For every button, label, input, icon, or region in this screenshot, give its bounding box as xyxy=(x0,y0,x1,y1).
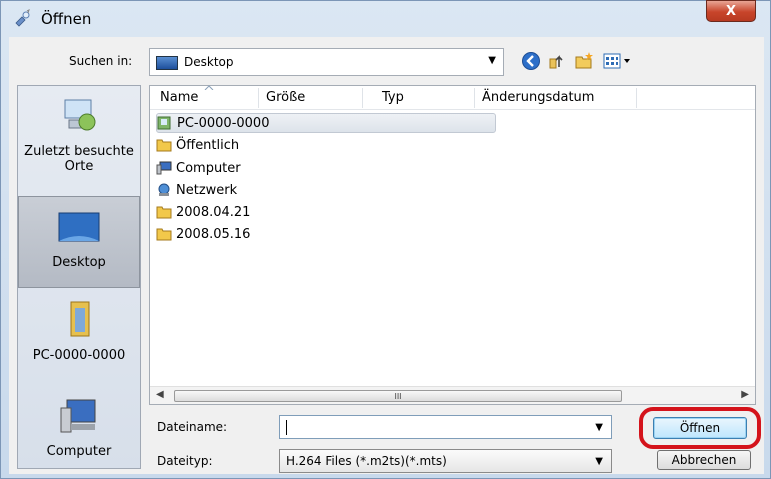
file-name: Netzwerk xyxy=(176,182,238,198)
place-computer[interactable]: Computer xyxy=(18,396,140,459)
views-menu-icon xyxy=(603,53,630,69)
chevron-down-icon: ▼ xyxy=(595,456,603,467)
places-bar: Zuletzt besuchte Orte Desktop PC-0000-00… xyxy=(17,85,141,469)
computer-icon xyxy=(60,399,96,433)
up-folder-button[interactable] xyxy=(546,50,568,72)
title-bar[interactable]: Öffnen X xyxy=(1,0,770,37)
sort-up-icon xyxy=(204,85,214,90)
column-name[interactable]: Name xyxy=(160,90,198,105)
look-in-label: Suchen in: xyxy=(69,54,133,68)
recent-places-icon xyxy=(64,99,96,131)
place-label: Desktop xyxy=(52,255,106,270)
column-divider[interactable] xyxy=(636,88,637,108)
filename-label: Dateiname: xyxy=(157,420,228,434)
column-type[interactable]: Typ xyxy=(382,90,404,105)
file-row[interactable]: Computer xyxy=(156,158,241,178)
desktop-icon xyxy=(156,56,178,70)
column-size[interactable]: Größe xyxy=(266,90,305,105)
chevron-down-icon[interactable]: ▼ xyxy=(595,422,603,433)
folder-icon xyxy=(156,139,172,152)
new-folder-icon xyxy=(575,52,593,69)
look-in-value: Desktop xyxy=(184,55,234,69)
file-name: Computer xyxy=(176,160,241,176)
column-divider[interactable] xyxy=(258,88,259,108)
look-in-dropdown[interactable]: Desktop ▼ xyxy=(149,48,504,76)
column-divider[interactable] xyxy=(362,88,363,108)
open-dialog: Öffnen X Suchen in: Desktop ▼ Zuletzt be… xyxy=(0,0,771,479)
place-recent[interactable]: Zuletzt besuchte Orte xyxy=(18,96,140,174)
file-name: 2008.04.21 xyxy=(176,204,251,220)
folder-icon xyxy=(156,206,172,219)
file-row[interactable]: PC-0000-0000 xyxy=(156,113,496,133)
filetype-label: Dateityp: xyxy=(157,454,213,468)
scroll-right-icon[interactable]: ▶ xyxy=(741,389,749,400)
file-row[interactable]: 2008.04.21 xyxy=(156,202,250,222)
scroll-grip: III xyxy=(394,391,402,401)
place-label: PC-0000-0000 xyxy=(32,348,126,363)
network-icon xyxy=(158,183,170,196)
filename-input[interactable]: ▼ xyxy=(279,415,612,439)
filetype-dropdown[interactable]: H.264 Files (*.m2ts)(*.mts) ▼ xyxy=(279,449,612,473)
place-label: Computer xyxy=(46,444,112,459)
column-modified[interactable]: Änderungsdatum xyxy=(482,90,594,105)
place-label: Zuletzt besuchte Orte xyxy=(24,144,134,174)
folder-icon xyxy=(156,228,172,241)
column-divider[interactable] xyxy=(474,88,475,108)
scroll-thumb[interactable]: III xyxy=(174,390,622,402)
column-header: Name Größe Typ Änderungsdatum xyxy=(150,85,755,110)
window-title: Öffnen xyxy=(41,10,92,28)
open-button[interactable]: Öffnen xyxy=(653,417,747,439)
cancel-button-label: Abbrechen xyxy=(671,453,737,467)
file-row[interactable]: Öffentlich xyxy=(156,135,239,155)
file-list[interactable]: Name Größe Typ Änderungsdatum PC-0000-00… xyxy=(149,85,756,405)
up-folder-icon xyxy=(549,55,563,69)
cancel-button[interactable]: Abbrechen xyxy=(657,450,751,470)
chevron-down-icon: ▼ xyxy=(488,55,496,66)
desktop-icon xyxy=(58,212,100,242)
horizontal-scrollbar[interactable]: ◀ III ▶ xyxy=(150,386,755,404)
place-user[interactable]: PC-0000-0000 xyxy=(18,300,140,363)
text-caret xyxy=(286,420,287,435)
filetype-value: H.264 Files (*.m2ts)(*.mts) xyxy=(286,454,447,468)
user-folder-icon xyxy=(157,116,171,130)
place-desktop[interactable]: Desktop xyxy=(18,196,140,288)
open-button-label: Öffnen xyxy=(679,421,721,435)
file-name: Öffentlich xyxy=(176,137,240,153)
computer-icon xyxy=(156,161,172,175)
dialog-client: Suchen in: Desktop ▼ Zuletzt besuchte Or… xyxy=(9,37,764,474)
back-icon xyxy=(522,52,540,70)
scroll-left-icon[interactable]: ◀ xyxy=(156,389,164,400)
close-button[interactable]: X xyxy=(706,0,756,22)
file-row[interactable]: 2008.05.16 xyxy=(156,224,250,244)
new-folder-button[interactable] xyxy=(573,50,595,72)
views-menu-button[interactable] xyxy=(601,50,635,72)
back-button[interactable] xyxy=(520,50,542,72)
app-icon xyxy=(15,9,30,27)
close-icon: X xyxy=(725,3,737,19)
file-name: 2008.05.16 xyxy=(176,226,251,242)
user-folder-icon xyxy=(70,301,90,337)
file-name: PC-0000-0000 xyxy=(177,115,270,131)
file-row[interactable]: Netzwerk xyxy=(156,180,237,200)
